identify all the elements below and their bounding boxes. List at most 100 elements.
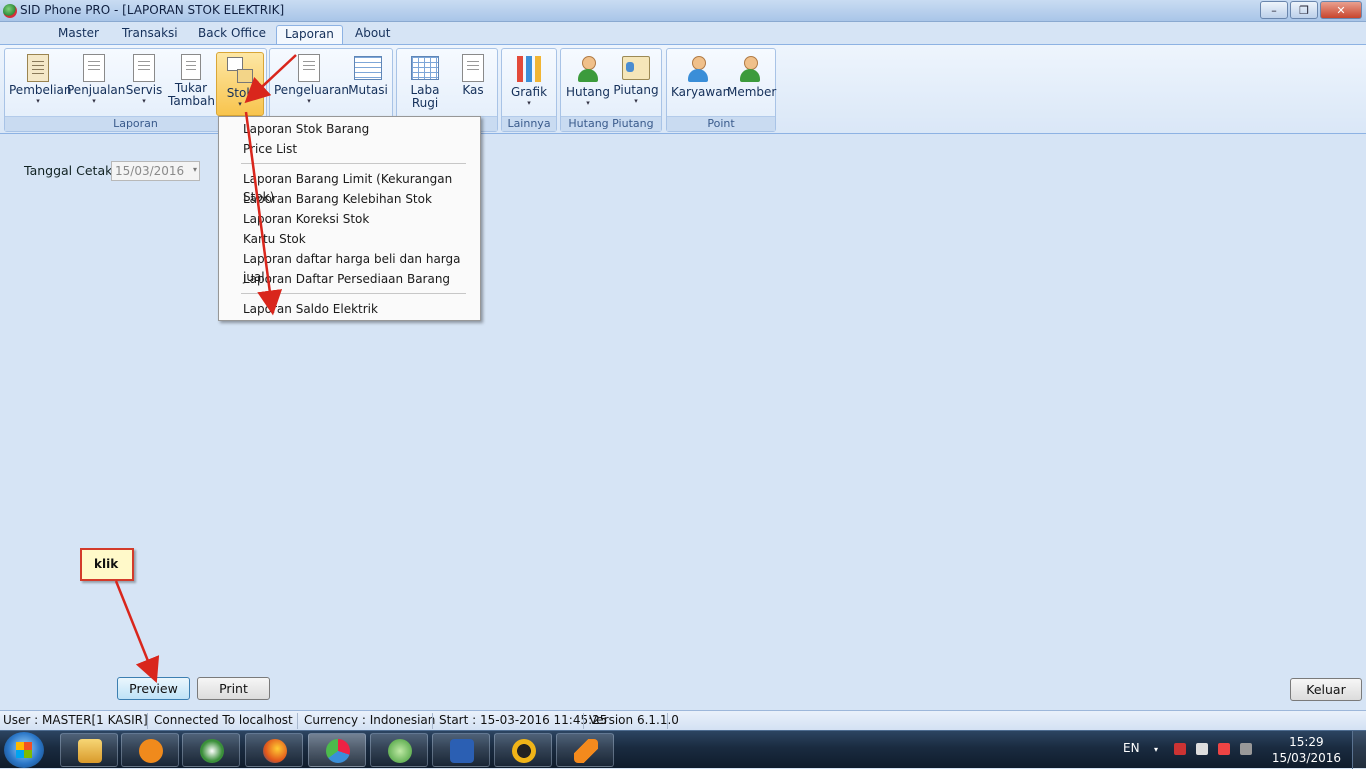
network-warning-icon[interactable] <box>1174 743 1186 755</box>
group-label-lainnya: Lainnya <box>502 116 556 131</box>
ribbon-group-hutang-piutang: Hutang ▾ Piutang ▾ Hutang Piutang <box>560 48 662 132</box>
tukar-tambah-button[interactable]: Tukar Tambah <box>168 52 215 116</box>
stok-dropdown-menu: Laporan Stok Barang Price List Laporan B… <box>218 116 481 321</box>
language-indicator[interactable]: EN <box>1123 741 1140 755</box>
word-icon[interactable] <box>432 733 490 767</box>
window-title: SID Phone PRO - [LAPORAN STOK ELEKTRIK] <box>20 3 285 17</box>
keluar-button[interactable]: Keluar <box>1290 678 1362 701</box>
member-button[interactable]: Member <box>727 52 776 116</box>
show-desktop-button[interactable] <box>1352 731 1366 769</box>
wifi-icon[interactable] <box>1240 743 1252 755</box>
laba-rugi-button[interactable]: Laba Rugi <box>401 52 449 116</box>
people-icon <box>735 54 765 84</box>
menu-item-price-list[interactable]: Price List <box>243 140 297 158</box>
windows-taskbar: EN ▾ 15:29 15/03/2016 <box>0 730 1366 769</box>
media-player-icon[interactable] <box>121 733 179 767</box>
preview-button[interactable]: Preview <box>117 677 190 700</box>
person-icon <box>683 54 713 84</box>
pembelian-button[interactable]: Pembelian ▾ <box>9 52 72 116</box>
system-tray: EN ▾ 15:29 15/03/2016 <box>1116 731 1366 769</box>
window-controls: – ❐ ✕ <box>1260 1 1362 19</box>
start-button-icon[interactable] <box>4 732 44 768</box>
status-bar: User : MASTER[1 KASIR] Connected To loca… <box>0 710 1366 730</box>
word-logo-icon <box>450 739 474 763</box>
bar-chart-icon <box>514 54 544 84</box>
status-separator <box>432 713 433 729</box>
mutasi-button[interactable]: Mutasi <box>346 52 390 116</box>
document-icon <box>181 54 201 80</box>
id-card-icon <box>622 56 650 80</box>
stok-button[interactable]: Stok ▾ <box>216 52 264 116</box>
tanggal-cetak-input[interactable]: 15/03/2016 ▾ <box>111 161 200 181</box>
tab-back-office[interactable]: Back Office <box>190 25 274 44</box>
media-icon <box>200 739 224 763</box>
menu-item-daftar-harga[interactable]: Laporan daftar harga beli dan harga jual <box>243 250 480 284</box>
tanggal-cetak-value: 15/03/2016 <box>115 164 185 178</box>
volume-icon[interactable] <box>1196 743 1208 755</box>
menu-item-barang-kelebihan[interactable]: Laporan Barang Kelebihan Stok <box>243 190 432 208</box>
kas-button[interactable]: Kas <box>453 52 493 116</box>
piutang-button[interactable]: Piutang ▾ <box>613 52 659 116</box>
play-icon <box>139 739 163 763</box>
arrow-to-preview <box>114 580 160 683</box>
power-icon[interactable] <box>1218 743 1230 755</box>
ribbon: Pembelian ▾ Penjualan ▾ Servis ▾ Tukar T… <box>0 44 1366 134</box>
karyawan-button[interactable]: Karyawan <box>671 52 730 116</box>
numbered-document-icon <box>298 54 320 82</box>
tab-laporan[interactable]: Laporan <box>276 25 343 44</box>
tray-expand-icon[interactable]: ▾ <box>1154 745 1166 757</box>
pengeluaran-button[interactable]: Pengeluaran ▾ <box>274 52 349 116</box>
menu-item-barang-limit[interactable]: Laporan Barang Limit (Kekurangan Stok) <box>243 170 480 204</box>
app-a-icon[interactable] <box>494 733 552 767</box>
group-label-point: Point <box>667 116 775 131</box>
green-app-icon[interactable] <box>370 733 428 767</box>
menu-separator <box>241 163 466 164</box>
minimize-button[interactable]: – <box>1260 1 1288 19</box>
boxes-icon <box>225 55 255 85</box>
status-currency: Currency : Indonesian <box>304 713 436 727</box>
clock-time: 15:29 <box>1289 735 1324 749</box>
transfer-icon <box>354 56 382 80</box>
grafik-button[interactable]: Grafik ▾ <box>506 52 552 116</box>
font-document-icon <box>133 54 155 82</box>
menu-item-saldo-elektrik[interactable]: Laporan Saldo Elektrik <box>243 300 378 318</box>
firefox-icon[interactable] <box>245 733 303 767</box>
folder-icon <box>78 739 102 763</box>
cone-icon <box>574 739 598 763</box>
servis-button[interactable]: Servis ▾ <box>123 52 165 116</box>
person-speech-icon <box>573 54 603 84</box>
tab-transaksi[interactable]: Transaksi <box>114 25 186 44</box>
group-label-hutang-piutang: Hutang Piutang <box>561 116 661 131</box>
menu-item-daftar-persediaan[interactable]: Laporan Daftar Persediaan Barang <box>243 270 450 288</box>
close-button[interactable]: ✕ <box>1320 1 1362 19</box>
status-separator <box>583 713 584 729</box>
menu-item-laporan-stok-barang[interactable]: Laporan Stok Barang <box>243 120 369 138</box>
document-icon <box>462 54 484 82</box>
status-separator <box>297 713 298 729</box>
pie-icon <box>326 739 350 763</box>
penjualan-button[interactable]: Penjualan ▾ <box>67 52 125 116</box>
ribbon-tab-bar: Master Transaksi Back Office Laporan Abo… <box>0 22 1366 44</box>
menu-item-koreksi-stok[interactable]: Laporan Koreksi Stok <box>243 210 369 228</box>
firefox-logo-icon <box>263 739 287 763</box>
menu-separator <box>241 293 466 294</box>
documents-icon <box>83 54 105 82</box>
hutang-button[interactable]: Hutang ▾ <box>565 52 611 116</box>
spreadsheet-icon <box>411 56 439 80</box>
tab-master[interactable]: Master <box>50 25 107 44</box>
print-button[interactable]: Print <box>197 677 270 700</box>
status-user: User : MASTER[1 KASIR] <box>3 713 148 727</box>
menu-item-kartu-stok[interactable]: Kartu Stok <box>243 230 306 248</box>
media-center-icon[interactable] <box>182 733 240 767</box>
vlc-icon[interactable] <box>556 733 614 767</box>
chevron-down-icon[interactable]: ▾ <box>193 165 197 174</box>
status-separator <box>667 713 668 729</box>
explorer-icon[interactable] <box>60 733 118 767</box>
clock[interactable]: 15:29 15/03/2016 <box>1272 734 1341 766</box>
sid-phone-icon[interactable] <box>308 733 366 767</box>
tanggal-cetak-label: Tanggal Cetak <box>24 163 113 178</box>
status-connection: Connected To localhost <box>154 713 293 727</box>
tab-about[interactable]: About <box>347 25 398 44</box>
app-logo-icon <box>3 4 17 18</box>
maximize-button[interactable]: ❐ <box>1290 1 1318 19</box>
